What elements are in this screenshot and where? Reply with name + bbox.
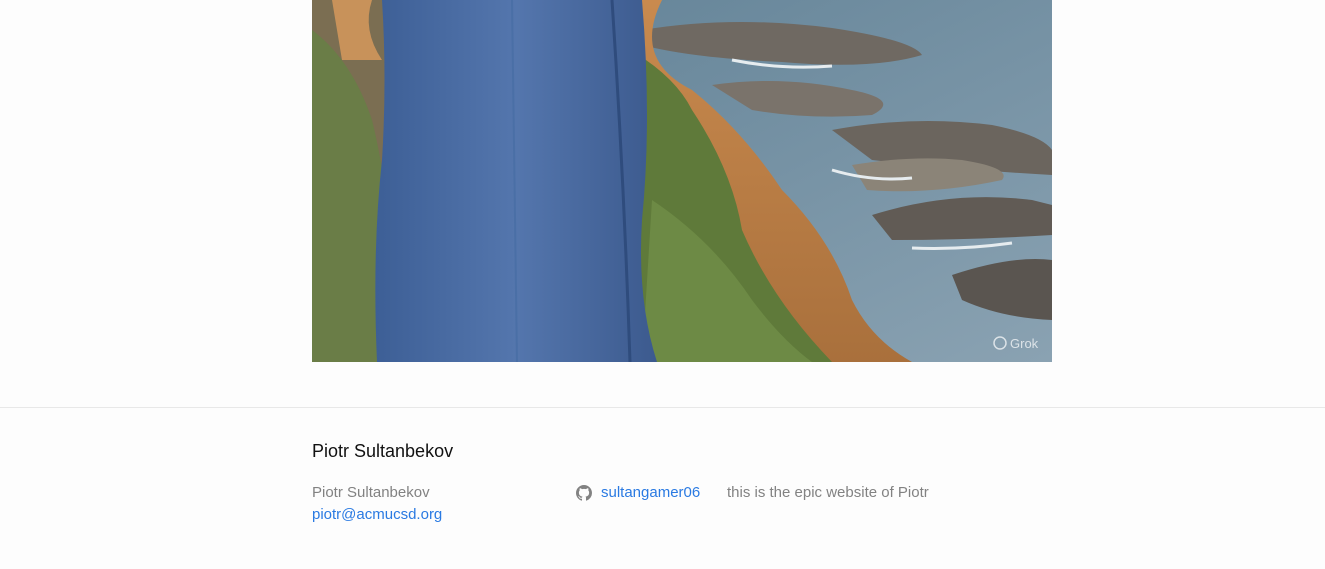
footer-author-name: Piotr Sultanbekov bbox=[312, 484, 430, 501]
footer-email-link[interactable]: piotr@acmucsd.org bbox=[312, 504, 442, 526]
site-footer: Piotr Sultanbekov Piotr Sultanbekov piot… bbox=[0, 407, 1325, 569]
github-link[interactable]: sultangamer06 bbox=[601, 482, 700, 504]
photo-watermark: Grok bbox=[1010, 336, 1039, 351]
profile-photo: Grok bbox=[312, 0, 1052, 362]
footer-heading: Piotr Sultanbekov bbox=[312, 441, 454, 461]
github-icon bbox=[576, 485, 592, 501]
footer-contact-list: Piotr Sultanbekov piotr@acmucsd.org bbox=[312, 482, 442, 526]
page: Grok Piotr Sultanbekov Piotr Sultanbekov… bbox=[0, 0, 1325, 569]
footer-description: this is the epic website of Piotr bbox=[727, 484, 929, 501]
footer-social-links: sultangamer06 bbox=[576, 482, 700, 504]
